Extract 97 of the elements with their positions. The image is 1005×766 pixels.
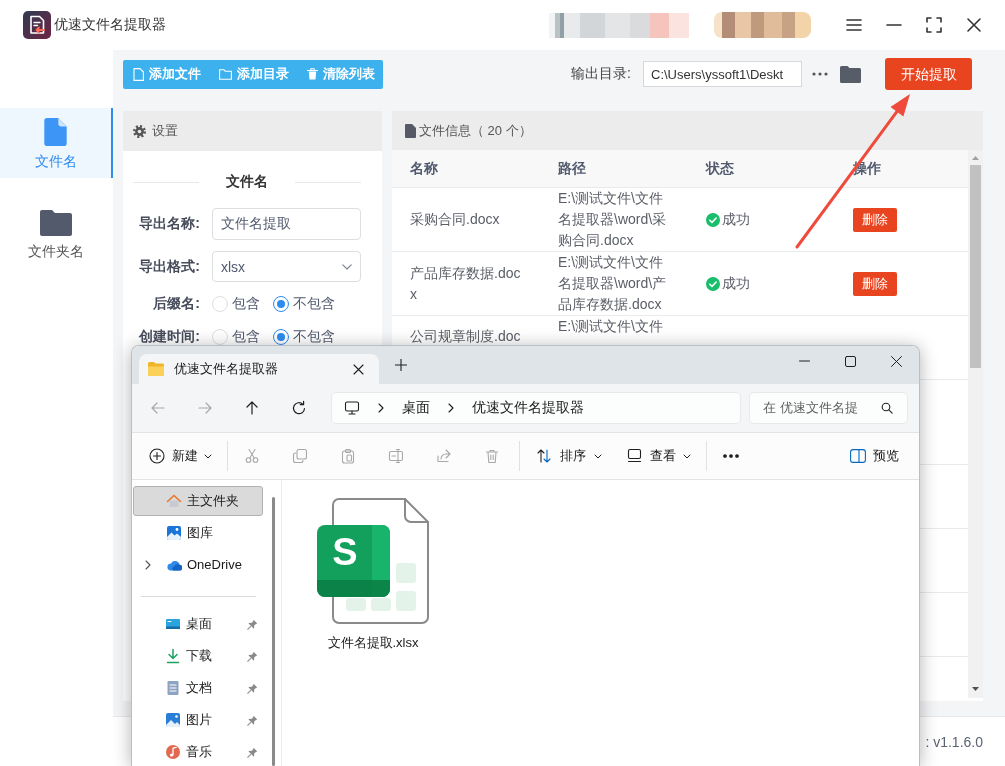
nav-item[interactable]: 下载: [133, 646, 263, 666]
trash-icon: [307, 68, 318, 80]
chevron-right-icon: [378, 402, 384, 413]
table-cell-text: 公司规章制度.doc: [410, 327, 522, 346]
field-label: 后缀名:: [152, 295, 200, 313]
nav-item[interactable]: 音乐: [133, 742, 263, 762]
table-cell-text: E:\测试文件\文件名提取器\word\产品库存数据.docx: [558, 253, 668, 314]
text-field[interactable]: 文件名提取: [212, 208, 361, 240]
folder-icon: [148, 362, 164, 376]
new-button[interactable]: 新建: [148, 440, 212, 472]
tab[interactable]: 优速文件名提取器: [139, 354, 379, 384]
sort-button[interactable]: 排序: [528, 440, 602, 472]
nav-item[interactable]: 图片: [133, 710, 263, 730]
home-icon: [166, 493, 182, 509]
refresh-icon[interactable]: [291, 400, 307, 416]
nav-item[interactable]: 主文件夹: [133, 486, 263, 516]
preview-button[interactable]: 预览: [850, 447, 899, 465]
maximize-icon[interactable]: [844, 355, 856, 367]
file-icon: [133, 67, 144, 81]
nav-item[interactable]: 文档: [133, 678, 263, 698]
chevron-down-icon: [342, 263, 352, 270]
folder-icon[interactable]: [840, 65, 861, 83]
nav-item[interactable]: OneDrive: [133, 550, 263, 580]
table-cell-text: 产品库存数据.docx: [410, 263, 522, 304]
delete-button[interactable]: 删除: [853, 271, 897, 296]
caret-icon: [683, 453, 691, 459]
view-icon: [627, 448, 643, 464]
status-text: 成功: [722, 274, 750, 293]
column-header: 路径: [558, 159, 586, 178]
scroll-down-icon[interactable]: [972, 687, 979, 691]
gear-icon: [133, 124, 146, 138]
expand-chevron-icon[interactable]: [145, 560, 151, 570]
fullscreen-icon[interactable]: [925, 16, 943, 34]
file-item[interactable]: S 文件名提取.xlsx: [317, 498, 429, 652]
nav-item[interactable]: 桌面: [133, 614, 263, 634]
close-icon[interactable]: [353, 363, 364, 375]
search-field[interactable]: 在 优速文件名提: [749, 392, 908, 424]
music-icon: [165, 744, 181, 760]
column-header: 名称: [410, 159, 438, 178]
scrollbar[interactable]: [968, 150, 983, 698]
panel-title: 设置: [152, 122, 178, 140]
radio-option[interactable]: 不包含: [273, 328, 335, 346]
breadcrumb[interactable]: 桌面: [402, 399, 430, 417]
view-button[interactable]: 查看: [619, 440, 691, 472]
sort-icon: [536, 448, 552, 464]
folder-icon: [219, 68, 232, 80]
document-icon: [165, 680, 181, 696]
gallery-icon: [166, 525, 182, 541]
radio-option[interactable]: 包含: [212, 295, 260, 313]
up-arrow-icon[interactable]: [244, 400, 260, 416]
breadcrumb[interactable]: 优速文件名提取器: [472, 399, 584, 417]
scrollbar-thumb[interactable]: [272, 497, 275, 766]
picture-icon: [165, 712, 181, 728]
plus-circle-icon: [149, 448, 165, 464]
version-label: : v1.1.6.0: [925, 733, 983, 750]
check-icon: [706, 212, 720, 227]
panel-icon: [850, 449, 866, 463]
caret-icon: [204, 453, 212, 459]
radio-option[interactable]: 不包含: [273, 295, 335, 313]
check-icon: [706, 276, 720, 291]
window-title: 优速文件名提取器: [54, 16, 166, 34]
desktop-icon: [165, 616, 181, 632]
field-label: 创建时间:: [138, 328, 200, 346]
section-title: 文件名: [226, 173, 268, 191]
monitor-icon: [344, 400, 360, 416]
panel-title: 文件信息（ 20 个）: [419, 121, 532, 140]
more-icon[interactable]: [812, 72, 828, 76]
path-field[interactable]: C:\Users\yssoft1\Deskt: [643, 61, 802, 87]
start-button[interactable]: 开始提取: [885, 58, 972, 90]
close-icon[interactable]: [966, 17, 982, 33]
scrollbar-thumb[interactable]: [970, 165, 981, 368]
minimize-icon[interactable]: [798, 360, 810, 362]
folder-icon: [39, 210, 72, 236]
app-logo-icon: [23, 11, 51, 39]
close-icon[interactable]: [890, 355, 902, 367]
address-bar[interactable]: 桌面 优速文件名提取器: [331, 392, 741, 424]
sidebar-item[interactable]: 文件夹名: [0, 200, 113, 270]
status-text: 成功: [722, 210, 750, 229]
delete-button[interactable]: 删除: [853, 207, 897, 232]
file-icon: [43, 118, 68, 146]
plus-icon[interactable]: [395, 359, 407, 371]
field-label: 导出格式:: [138, 257, 200, 276]
document-icon: [405, 123, 416, 138]
download-icon: [165, 648, 181, 664]
output-label: 输出目录:: [571, 65, 631, 83]
minimize-icon[interactable]: [885, 23, 903, 27]
table-cell-text: E:\测试文件\文件: [558, 317, 664, 336]
table-cell-text: E:\测试文件\文件名提取器\word\采购合同.docx: [558, 189, 668, 250]
chevron-right-icon: [448, 402, 454, 413]
field-label: 导出名称:: [138, 215, 200, 233]
select-field[interactable]: xlsx: [212, 251, 361, 282]
column-header: 状态: [706, 159, 734, 178]
nav-item[interactable]: 图库: [133, 518, 263, 548]
caret-icon: [594, 453, 602, 459]
search-icon: [881, 402, 893, 414]
radio-option[interactable]: 包含: [212, 328, 260, 346]
table-cell-text: 采购合同.docx: [410, 210, 501, 229]
